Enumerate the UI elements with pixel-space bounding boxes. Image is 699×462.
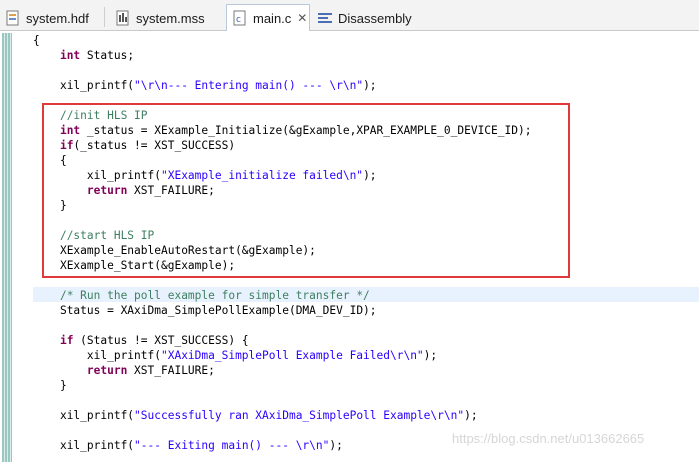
tab-system-mss[interactable]: system.mss xyxy=(110,5,205,31)
annotation-highlight-box xyxy=(42,103,570,278)
tab-main-c[interactable]: c main.c ✕ xyxy=(226,4,310,31)
editor-tab-bar: system.hdf system.mss c main.c ✕ Disasse… xyxy=(0,0,699,31)
svg-text:c: c xyxy=(236,15,241,25)
code-line: return XST_FAILURE; xyxy=(86,364,215,377)
tab-label: system.hdf xyxy=(26,10,89,26)
change-ruler xyxy=(2,33,12,462)
watermark: https://blog.csdn.net/u013662665 xyxy=(452,431,645,446)
hdf-file-icon xyxy=(5,10,21,26)
code-line: xil_printf("\r\n--- Entering main() --- … xyxy=(59,79,377,92)
code-line: Status = XAxiDma_SimplePollExample(DMA_D… xyxy=(59,304,377,317)
editor-gutter xyxy=(0,31,14,462)
tab-disassembly[interactable]: Disassembly xyxy=(312,5,412,31)
code-line: xil_printf("Successfully ran XAxiDma_Sim… xyxy=(59,409,478,422)
tab-label: main.c xyxy=(253,10,292,26)
tab-system-hdf[interactable]: system.hdf xyxy=(0,5,89,31)
c-file-icon: c xyxy=(232,10,248,26)
code-line: xil_printf("XAxiDma_SimplePoll Example F… xyxy=(86,349,438,362)
tab-label: Disassembly xyxy=(338,10,412,26)
code-editor[interactable]: { int Status; xil_printf("\r\n--- Enteri… xyxy=(0,31,699,462)
disassembly-icon xyxy=(317,10,333,26)
tab-separator xyxy=(104,7,105,27)
code-line: { xyxy=(33,34,40,47)
code-line: xil_printf("--- Exiting main() --- \r\n"… xyxy=(59,439,343,452)
close-icon[interactable]: ✕ xyxy=(297,11,307,25)
mss-file-icon xyxy=(115,10,131,26)
code-line: int Status; xyxy=(59,49,135,62)
code-line: /* Run the poll example for simple trans… xyxy=(59,289,370,302)
tab-label: system.mss xyxy=(136,10,205,26)
code-line: if (Status != XST_SUCCESS) { xyxy=(59,334,249,347)
code-line: } xyxy=(59,379,67,392)
